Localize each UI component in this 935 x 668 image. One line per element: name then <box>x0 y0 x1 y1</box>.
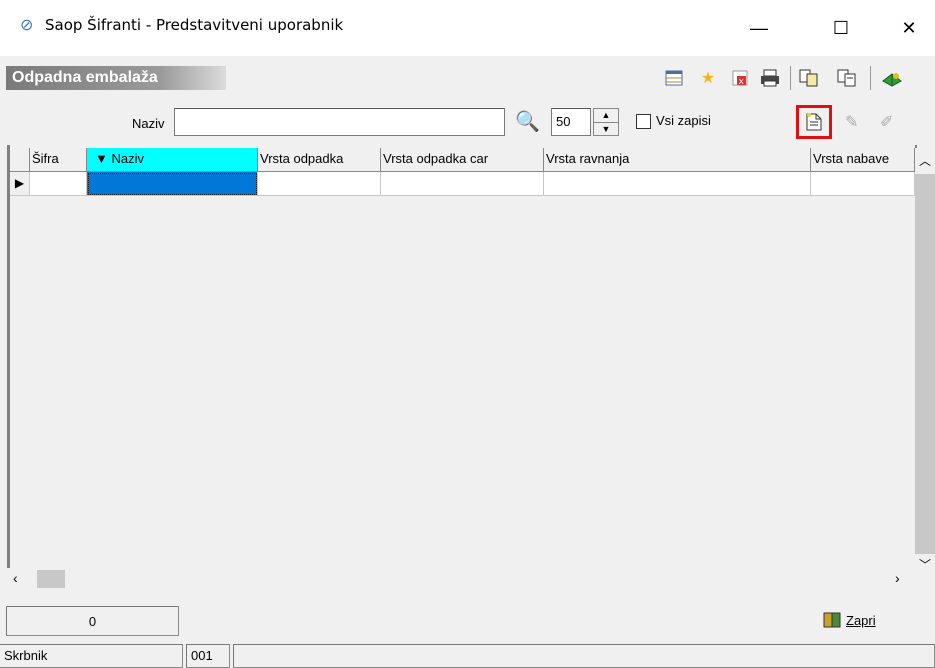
minimize-button[interactable]: — <box>736 10 782 46</box>
new-record-button[interactable] <box>802 110 826 134</box>
table-cell-vrsta-odpadka-car[interactable] <box>381 172 544 196</box>
status-info <box>233 644 935 668</box>
copy-icon[interactable] <box>797 66 821 90</box>
edit-record-icon[interactable]: ✎ <box>845 112 865 132</box>
scroll-left-icon[interactable]: ‹ <box>13 570 18 586</box>
table-cell-naziv-selected[interactable] <box>87 172 258 196</box>
column-header-sifra[interactable]: Šifra <box>30 148 87 172</box>
vertical-scrollbar[interactable]: ︿ ﹀ <box>915 148 935 578</box>
table-cell-sifra[interactable] <box>30 172 87 196</box>
svg-text:x: x <box>739 77 745 86</box>
row-indicator-header <box>10 148 30 172</box>
scroll-right-icon[interactable]: › <box>895 570 900 586</box>
spin-down-icon[interactable]: ▼ <box>594 123 618 136</box>
records-count-spinner[interactable]: ▲ ▼ <box>593 108 619 136</box>
status-code: 001 <box>186 644 230 668</box>
column-header-vrsta-odpadka-car[interactable]: Vrsta odpadka car <box>381 148 544 172</box>
record-count-box: 0 <box>6 606 179 636</box>
search-icon[interactable]: 🔍 <box>515 109 540 134</box>
table-cell-vrsta-ravnanja[interactable] <box>544 172 811 196</box>
book-close-icon <box>823 612 841 628</box>
all-records-label: Vsi zapisi <box>656 113 711 128</box>
toolbar-separator <box>790 66 791 90</box>
window-title: Saop Šifranti - Predstavitveni uporabnik <box>45 16 344 34</box>
records-count-value: 50 <box>556 114 571 129</box>
close-form-button[interactable]: Zapri <box>822 608 876 632</box>
column-header-naziv[interactable]: ▼ Naziv <box>87 148 258 172</box>
application-window: ⊘ Saop Šifranti - Predstavitveni uporabn… <box>0 0 935 668</box>
vertical-scroll-thumb[interactable] <box>915 174 935 554</box>
horizontal-scroll-thumb[interactable] <box>37 570 65 588</box>
table-cell-vrsta-nabave[interactable] <box>811 172 915 196</box>
minimize-icon: — <box>750 17 768 38</box>
maximize-icon: ☐ <box>832 17 850 38</box>
form-title: Odpadna embalaža <box>6 66 226 90</box>
maximize-button[interactable]: ☐ <box>818 10 864 46</box>
scroll-up-icon[interactable]: ︿ <box>919 152 931 169</box>
table-icon[interactable] <box>662 66 686 90</box>
column-header-vrsta-nabave[interactable]: Vrsta nabave <box>811 148 915 172</box>
toolbar-separator <box>870 66 871 90</box>
app-logo-icon: ⊘ <box>20 17 34 34</box>
all-records-checkbox[interactable] <box>636 114 651 129</box>
close-form-label: Zapri <box>846 612 876 628</box>
search-row: Naziv 🔍 50 ▲ ▼ Vsi zapisi ✎ ✐ <box>0 100 935 144</box>
spin-up-icon[interactable]: ▲ <box>594 109 618 123</box>
title-bar: ⊘ Saop Šifranti - Predstavitveni uporabn… <box>0 0 935 56</box>
record-count: 0 <box>88 614 97 629</box>
close-icon: ✕ <box>901 17 917 38</box>
records-count-input[interactable]: 50 <box>551 108 591 136</box>
column-header-vrsta-ravnanja[interactable]: Vrsta ravnanja <box>544 148 811 172</box>
naziv-search-input[interactable] <box>174 108 505 136</box>
new-document-icon <box>806 113 822 131</box>
grid-body <box>10 145 915 575</box>
paste-icon[interactable] <box>835 66 859 90</box>
status-user: Skrbnik <box>0 644 183 668</box>
delete-icon[interactable]: x <box>728 66 752 90</box>
row-indicator[interactable]: ▶ <box>10 172 30 196</box>
delete-record-icon[interactable]: ✐ <box>880 112 900 132</box>
table-cell-vrsta-odpadka[interactable] <box>258 172 381 196</box>
column-header-vrsta-odpadka[interactable]: Vrsta odpadka <box>258 148 381 172</box>
scroll-down-icon[interactable]: ﹀ <box>919 556 931 573</box>
print-icon[interactable] <box>758 66 782 90</box>
book-icon[interactable] <box>880 66 904 90</box>
naziv-label: Naziv <box>132 116 165 131</box>
close-button[interactable]: ✕ <box>886 10 932 46</box>
horizontal-scrollbar[interactable]: ‹ › <box>7 568 917 590</box>
star-icon[interactable]: ★ <box>696 66 720 90</box>
